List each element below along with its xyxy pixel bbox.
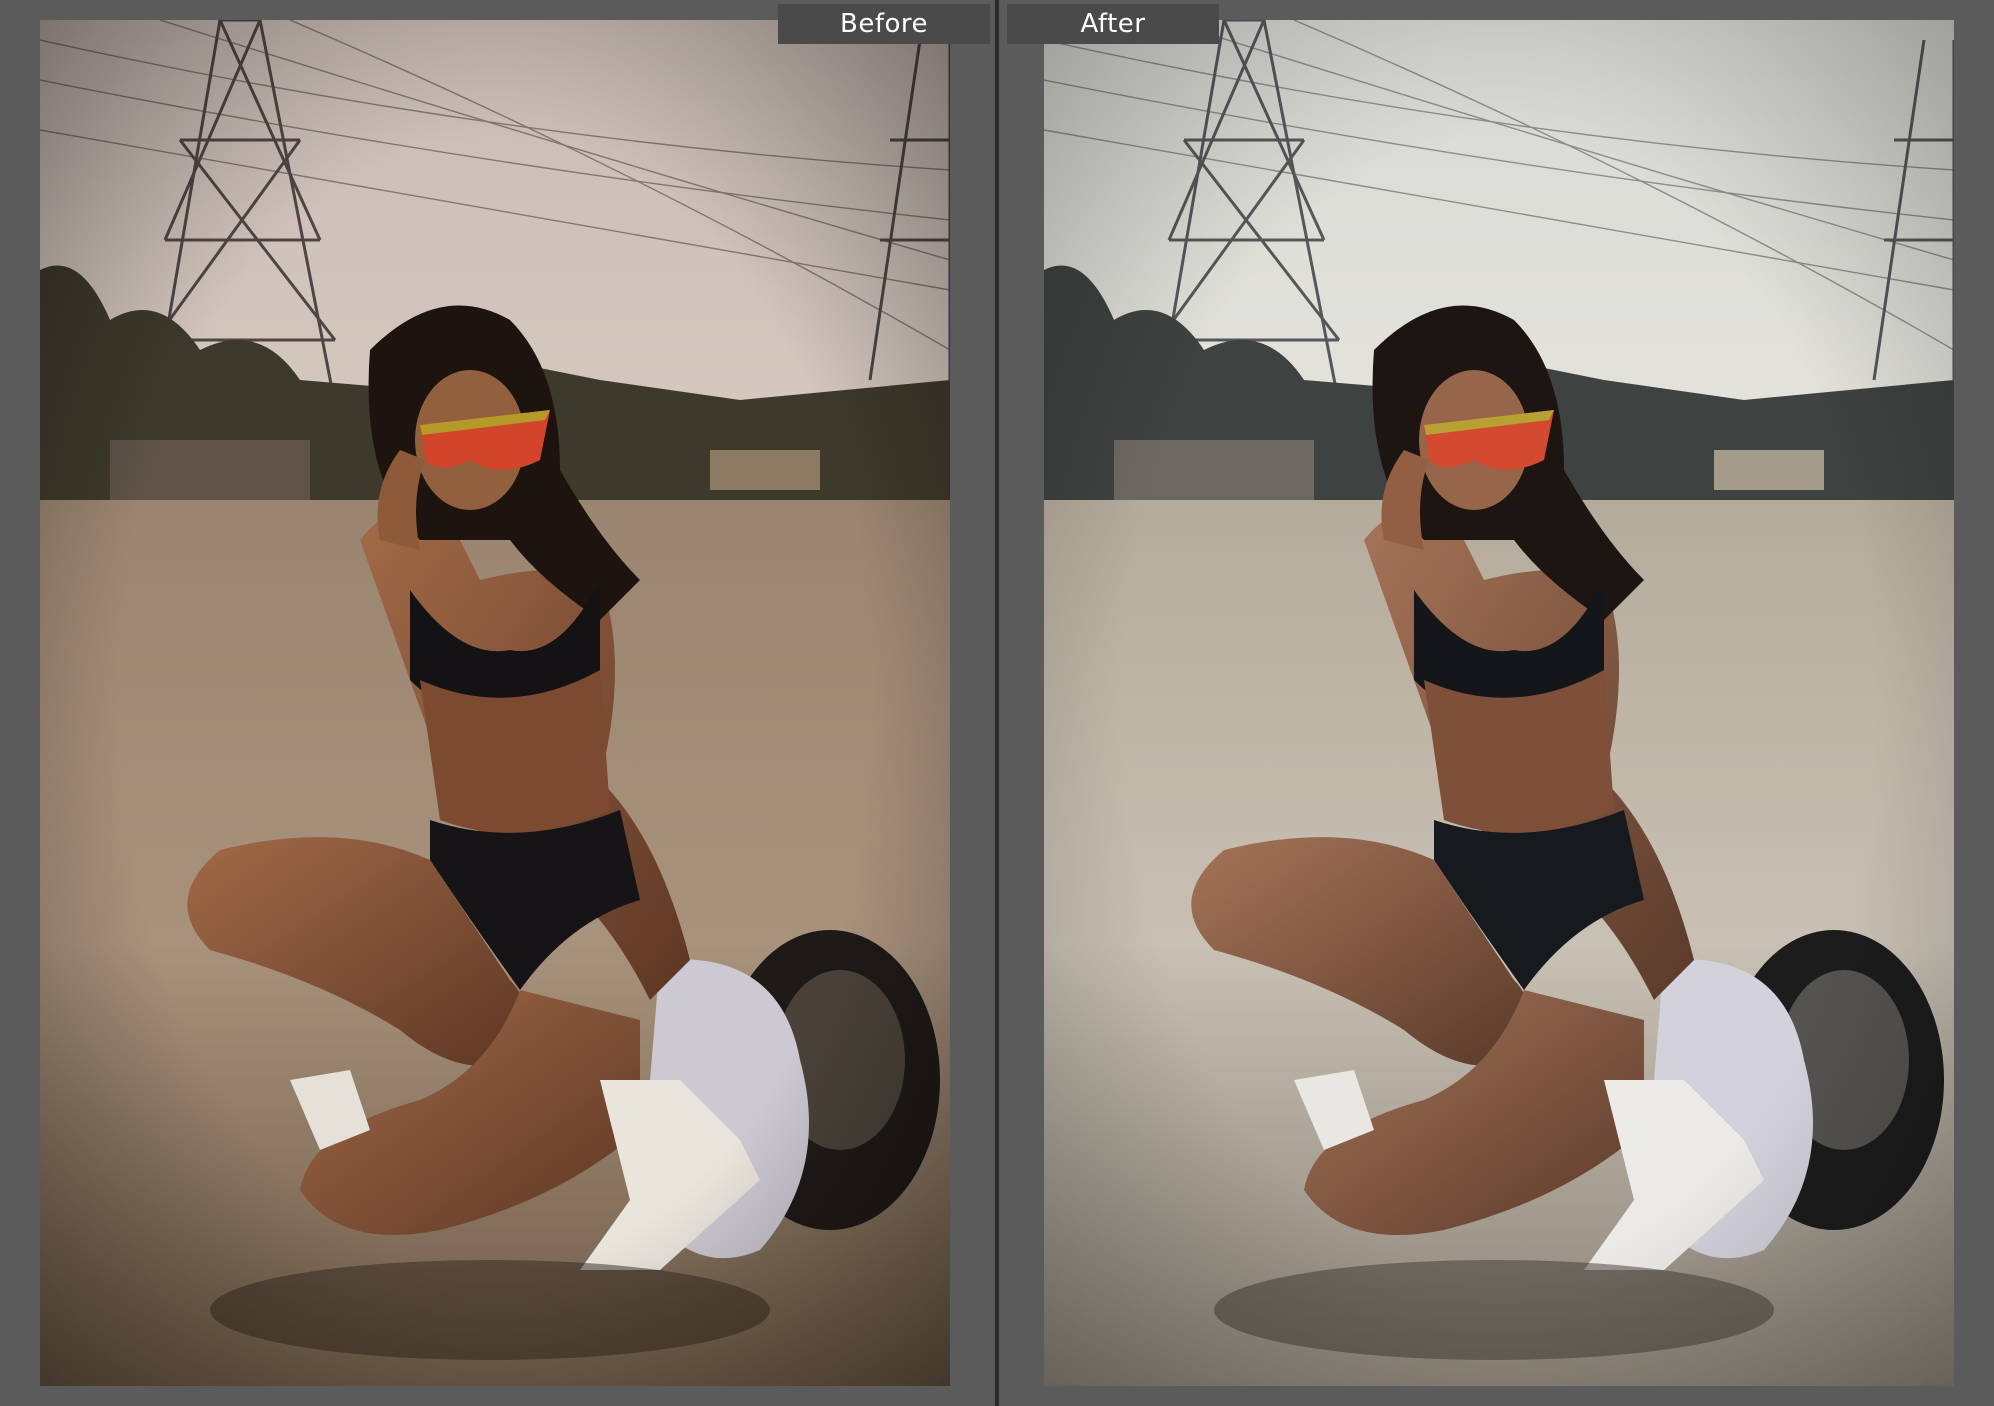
after-panel: After	[999, 0, 1994, 1406]
before-panel: Before	[0, 0, 995, 1406]
compare-view: Before After	[0, 0, 1994, 1406]
photo-after-icon	[1044, 20, 1954, 1386]
photo-before-icon	[40, 20, 950, 1386]
after-label: After	[1007, 4, 1219, 44]
before-photo[interactable]	[40, 20, 950, 1386]
after-photo[interactable]	[1044, 20, 1954, 1386]
before-label: Before	[778, 4, 990, 44]
